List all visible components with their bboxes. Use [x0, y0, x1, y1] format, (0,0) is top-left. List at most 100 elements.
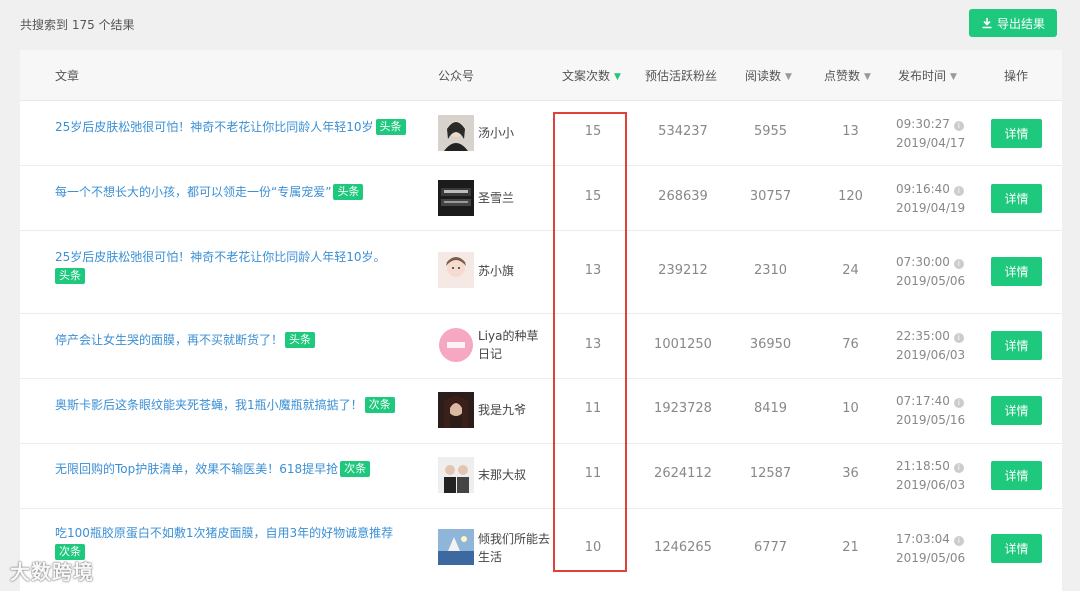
info-icon[interactable]: i [953, 186, 964, 196]
copies-value: 11 [584, 466, 602, 481]
account-name[interactable]: 苏小旗 [478, 262, 550, 280]
detail-button[interactable]: 详情 [991, 257, 1042, 286]
publish-time: 07:30:00 i 2019/05/06 [896, 255, 966, 288]
info-icon[interactable]: i [953, 121, 964, 131]
account-name[interactable]: 末那大叔 [478, 466, 550, 484]
detail-button[interactable]: 详情 [991, 331, 1042, 360]
col-reads[interactable]: 阅读数 ▼ [745, 67, 792, 84]
fans-value: 239212 [658, 263, 708, 278]
info-icon[interactable]: i [953, 333, 964, 343]
likes-value: 36 [842, 466, 859, 481]
account-name[interactable]: 圣雪兰 [478, 189, 550, 207]
likes-value: 24 [842, 263, 859, 278]
account-name[interactable]: 我是九爷 [478, 401, 550, 419]
export-button[interactable]: 导出结果 [969, 9, 1057, 37]
col-fans: 预估活跃粉丝 [645, 69, 718, 83]
table-row: 奥斯卡影后这条眼纹能夹死苍蝇，我1瓶小魔瓶就搞掂了！ 次条 我是九爷 11 192… [20, 379, 1062, 444]
detail-button[interactable]: 详情 [991, 396, 1042, 425]
info-icon[interactable]: i [953, 536, 964, 546]
fans-value: 1923728 [654, 401, 712, 416]
info-icon[interactable]: i [953, 259, 964, 269]
copies-value: 13 [584, 337, 602, 352]
position-tag: 次条 [340, 461, 371, 477]
likes-value: 21 [842, 540, 859, 555]
avatar [438, 115, 474, 151]
avatar [438, 180, 474, 216]
position-tag: 头条 [285, 332, 316, 348]
result-count: 共搜索到 175 个结果 [20, 18, 135, 32]
fans-value: 1001250 [654, 337, 712, 352]
article-link[interactable]: 每一个不想长大的小孩，都可以领走一份“专属宠爱” 头条 [55, 183, 420, 202]
reads-value: 8419 [753, 401, 788, 416]
sort-icon: ▼ [950, 72, 957, 82]
watermark: 大数跨境 [10, 560, 94, 584]
position-tag: 头条 [55, 268, 85, 284]
col-action: 操作 [1004, 69, 1029, 83]
article-link[interactable]: 无限回购的Top护肤清单，效果不输医美！618提早抢 次条 [55, 460, 420, 479]
col-likes[interactable]: 点赞数 ▼ [824, 67, 871, 84]
account-name[interactable]: 汤小小 [478, 124, 550, 142]
article-link[interactable]: 停产会让女生哭的面膜，再不买就断货了！ 头条 [55, 331, 420, 350]
publish-time: 09:30:27 i 2019/04/17 [896, 117, 966, 150]
position-tag: 头条 [333, 184, 364, 200]
publish-time: 09:16:40 i 2019/04/19 [896, 182, 966, 215]
detail-button[interactable]: 详情 [991, 534, 1042, 563]
publish-time: 22:35:00 i 2019/06/03 [896, 329, 966, 362]
publish-time: 21:18:50 i 2019/06/03 [896, 459, 966, 492]
avatar [438, 457, 474, 493]
results-table: 文章 公众号 文案次数 ▼ 预估活跃粉丝 阅读数 ▼ 点赞数 ▼ 发布时间 ▼ 操作 2… [20, 50, 1062, 591]
copies-value: 11 [584, 401, 602, 416]
table-row: 25岁后皮肤松弛很可怕！神奇不老花让你比同龄人年轻10岁。 头条 苏小旗 13 2… [20, 231, 1062, 314]
avatar [438, 327, 474, 363]
reads-value: 12587 [749, 466, 792, 481]
fans-value: 268639 [658, 189, 708, 204]
avatar [438, 529, 474, 565]
reads-value: 30757 [749, 189, 792, 204]
col-publish[interactable]: 发布时间 ▼ [898, 67, 957, 84]
copies-value: 10 [584, 540, 602, 555]
toolbar: 共搜索到 175 个结果 导出结果 [0, 0, 1080, 50]
article-link[interactable]: 奥斯卡影后这条眼纹能夹死苍蝇，我1瓶小魔瓶就搞掂了！ 次条 [55, 396, 420, 415]
info-icon[interactable]: i [953, 398, 964, 408]
publish-time: 17:03:04 i 2019/05/06 [896, 532, 966, 565]
table-row: 25岁后皮肤松弛很可怕！神奇不老花让你比同龄人年轻10岁 头条 汤小小 15 53… [20, 101, 1062, 166]
fans-value: 2624112 [654, 466, 712, 481]
reads-value: 5955 [753, 124, 788, 139]
article-link[interactable]: 25岁后皮肤松弛很可怕！神奇不老花让你比同龄人年轻10岁 头条 [55, 118, 420, 137]
fans-value: 1246265 [654, 540, 712, 555]
publish-time: 07:17:40 i 2019/05/16 [896, 394, 966, 427]
detail-button[interactable]: 详情 [991, 184, 1042, 213]
sort-icon: ▼ [785, 72, 792, 82]
col-copies[interactable]: 文案次数 ▼ [562, 67, 621, 84]
detail-button[interactable]: 详情 [991, 461, 1042, 490]
reads-value: 6777 [753, 540, 788, 555]
sort-desc-icon: ▼ [614, 72, 621, 82]
table-row: 吃100瓶胶原蛋白不如敷1次猪皮面膜，自用3年的好物诚意推荐 次条 倾我们所能去生… [20, 509, 1062, 591]
likes-value: 76 [842, 337, 859, 352]
account-name[interactable]: 倾我们所能去生活 [478, 530, 550, 566]
info-icon[interactable]: i [953, 463, 964, 473]
table-row: 每一个不想长大的小孩，都可以领走一份“专属宠爱” 头条 圣雪兰 15 268639… [20, 166, 1062, 231]
table-row: 无限回购的Top护肤清单，效果不输医美！618提早抢 次条 末那大叔 11 262… [20, 444, 1062, 509]
avatar [438, 392, 474, 428]
fans-value: 534237 [658, 124, 708, 139]
likes-value: 13 [842, 124, 859, 139]
table-header: 文章 公众号 文案次数 ▼ 预估活跃粉丝 阅读数 ▼ 点赞数 ▼ 发布时间 ▼ 操作 [20, 50, 1062, 101]
article-link[interactable]: 吃100瓶胶原蛋白不如敷1次猪皮面膜，自用3年的好物诚意推荐 次条 [55, 524, 420, 562]
avatar [438, 252, 474, 288]
detail-button[interactable]: 详情 [991, 119, 1042, 148]
account-name[interactable]: Liya的种草日记 [478, 327, 550, 363]
copies-value: 15 [584, 124, 602, 139]
position-tag: 次条 [364, 397, 395, 413]
sort-icon: ▼ [864, 72, 871, 82]
copies-value: 15 [584, 189, 602, 204]
copies-value: 13 [584, 263, 602, 278]
reads-value: 36950 [749, 337, 792, 352]
col-account: 公众号 [438, 69, 475, 83]
article-link[interactable]: 25岁后皮肤松弛很可怕！神奇不老花让你比同龄人年轻10岁。 头条 [55, 248, 420, 286]
table-row: 停产会让女生哭的面膜，再不买就断货了！ 头条 Liya的种草日记 13 10012… [20, 314, 1062, 379]
reads-value: 2310 [753, 263, 788, 278]
export-label: 导出结果 [996, 16, 1045, 31]
col-article: 文章 [55, 69, 80, 83]
likes-value: 120 [838, 189, 863, 204]
